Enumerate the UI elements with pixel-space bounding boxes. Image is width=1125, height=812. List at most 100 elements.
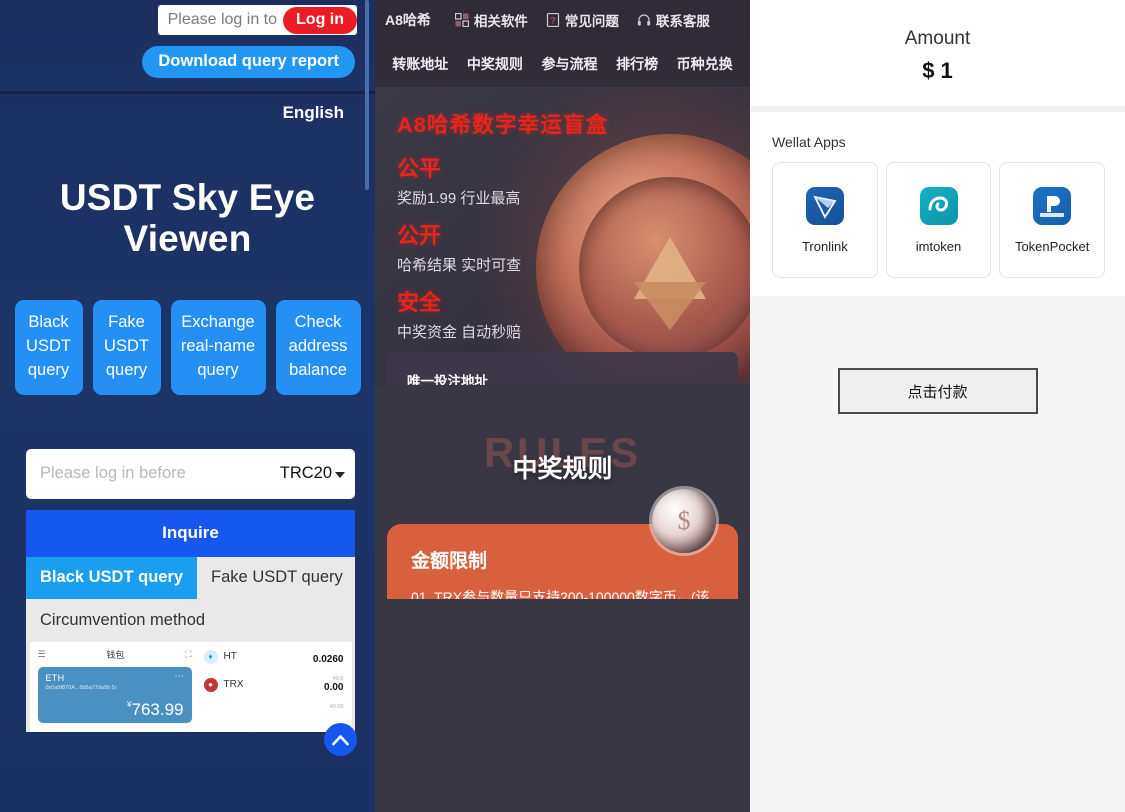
eth-asset-amount: ¥763.99 [127,700,183,720]
chain-selector-label: TRC20 [279,464,332,483]
nav-transfer-address[interactable]: 转账地址 [392,54,448,74]
app-root: Please log in to Log in Download query r… [0,0,1125,812]
wallet-screenshot-coin-list: ♦ HT 0.0260 ¥0.6 ● TRX 0.00 ¥0.00 [200,642,352,732]
nav-currency-exchange[interactable]: 币种兑换 [677,54,733,74]
nav-participation-process[interactable]: 参与流程 [541,54,597,74]
amount-box: Amount $ 1 [750,0,1125,106]
svg-text:?: ? [550,16,556,26]
result-tab-row: Black USDT query Fake USDT query [26,556,357,599]
tab-fake-usdt-query[interactable]: Fake USDT query [197,557,357,599]
chevron-down-icon [335,471,345,478]
trx-value-sub: ¥0.00 [329,703,344,710]
scrollbar-thumb[interactable] [365,0,369,190]
address-search-box[interactable]: Please log in before TRC20 [26,448,355,499]
grid-icon [454,13,469,27]
headset-icon [637,14,651,26]
top-link-related-software[interactable]: 相关软件 [454,10,528,30]
a8hash-nav: 转账地址 中奖规则 参与流程 排行榜 币种兑换 [375,40,750,88]
chevron-up-icon [332,734,349,745]
chain-selector[interactable]: TRC20 [280,464,345,483]
top-link-label: 常见问题 [564,14,619,29]
amount-label: Amount [904,28,971,49]
coin-row-ht: ♦ HT 0.0260 ¥0.6 [203,649,344,682]
inquire-button[interactable]: Inquire [26,509,355,557]
promo-sub-fair: 奖励1.99 行业最高 [397,190,521,207]
left-panel-scrollbar[interactable] [365,0,369,812]
promo-key-safe: 安全 [397,290,442,315]
search-input-placeholder[interactable]: Please log in before [40,464,280,483]
ht-value-main: 0.0260 [312,653,344,665]
wallet-app-tokenpocket[interactable]: TokenPocket [999,162,1106,278]
login-prompt-pill[interactable]: Please log in to Log in [157,5,357,35]
top-link-label: 相关软件 [473,14,528,29]
scan-icon: ⛶ [185,648,192,659]
wallet-screenshot-title: 钱包 [106,649,125,660]
imtoken-icon [919,186,958,225]
wallet-apps-grid: Tronlink imtoken TokenPocket [772,162,1106,278]
fake-usdt-query-button[interactable]: Fake USDT query [92,299,161,395]
page-title: USDT Sky Eye Viewen [59,177,316,260]
top-link-label: 联系客服 [655,14,710,29]
promo-key-fair: 公平 [397,156,442,181]
a8hash-brand: A8哈希 [385,12,431,28]
tab-black-usdt-query[interactable]: Black USDT query [26,556,198,599]
wallet-app-name: TokenPocket [1014,238,1090,254]
a8hash-topbar: A8哈希 相关软件 ? 常见问题 联系客服 [375,0,750,40]
wallet-app-imtoken[interactable]: imtoken [885,162,992,278]
wallet-app-name: imtoken [915,238,962,254]
dollar-coin-graphic [652,489,716,553]
query-button-group: Black USDT query Fake USDT query Exchang… [0,299,375,395]
menu-icon: ☰ [37,648,46,659]
wallet-apps-label: Wellat Apps [772,134,846,150]
eth-amount-value: 763.99 [131,699,184,719]
rules-section: RULES 中奖规则 金额限制 01. TRX参与数量只支持200-100000… [375,419,750,599]
rules-card-text: 01. TRX参与数量只支持200-100000数字币。(该通道暂停投注，维护中… [411,589,710,599]
coin-row-trx: ● TRX 0.00 ¥0.00 [203,677,344,710]
promo-sub-safe: 中奖资金 自动秒赔 [397,324,522,341]
top-link-customer-service[interactable]: 联系客服 [637,10,710,30]
language-row: English [0,94,375,131]
trx-coin-symbol: TRX [223,679,244,691]
trx-coin-icon: ● [203,677,218,692]
promo-headline: A8哈希数字幸运盲盒 [397,113,609,137]
nav-prize-rules[interactable]: 中奖规则 [467,54,523,74]
trx-coin-value: 0.00 ¥0.00 [324,677,343,713]
rules-heading: 中奖规则 [512,455,613,483]
login-button[interactable]: Log in [283,6,357,34]
circumvention-method-link[interactable]: Circumvention method [26,599,355,642]
black-usdt-query-button[interactable]: Black USDT query [14,299,83,395]
query-result-card: Black USDT query Fake USDT query Circumv… [26,556,357,732]
eth-asset-card: ⋯ ETH 0x0a9f870A...6b5a77da9b 5j ¥763.99 [37,666,192,723]
wallet-screenshot-header: ☰ 钱包 ⛶ [38,648,192,661]
top-link-faq[interactable]: ? 常见问题 [546,10,619,30]
exchange-real-name-query-button[interactable]: Exchange real-name query [170,299,266,395]
promo-key-open: 公开 [397,223,442,248]
middle-panel-a8hash: A8哈希 相关软件 ? 常见问题 联系客服 转账地址 中奖规则 参与流程 排行榜… [375,0,750,812]
ht-coin-symbol: HT [223,651,237,663]
trx-value-main: 0.00 [324,681,344,693]
promo-sub-open: 哈希结果 实时可查 [397,257,522,274]
left-topbar: Please log in to Log in Download query r… [0,0,375,91]
more-options-icon: ⋯ [174,670,184,681]
language-selector[interactable]: English [283,103,344,123]
right-panel-payment: Amount $ 1 Wellat Apps Tronlink imtoken … [750,0,1125,812]
check-address-balance-button[interactable]: Check address balance [275,299,361,395]
wallet-app-tronlink[interactable]: Tronlink [772,162,878,278]
question-icon: ? [546,13,560,27]
left-panel-usdt-sky-eye: Please log in to Log in Download query r… [0,0,375,812]
pay-button[interactable]: 点击付款 [837,368,1038,414]
betting-address-card: 唯一投注地址 TNLDhc5Z47BJPPPdE7PKHicbWVhZwy1tc… [387,352,738,385]
wallet-screenshot: ☰ 钱包 ⛶ ⋯ ETH 0x0a9f870A...6b5a77da9b 5j … [29,641,352,732]
ht-coin-icon: ♦ [203,649,218,664]
scroll-to-top-button[interactable] [324,723,357,756]
wallet-screenshot-left: ☰ 钱包 ⛶ ⋯ ETH 0x0a9f870A...6b5a77da9b 5j … [30,642,200,732]
tokenpocket-icon [1033,186,1072,225]
amount-value: $ 1 [922,58,953,83]
betting-address-title: 唯一投注地址 [407,374,488,385]
promo-text-block: A8哈希数字幸运盲盒 公平 奖励1.99 行业最高 公开 哈希结果 实时可查 安… [375,88,750,342]
nav-leaderboard[interactable]: 排行榜 [616,54,658,74]
download-query-report-button[interactable]: Download query report [142,46,355,78]
tronlink-icon [805,186,844,225]
login-prompt-text: Please log in to [167,11,278,28]
wallet-app-name: Tronlink [801,238,848,254]
